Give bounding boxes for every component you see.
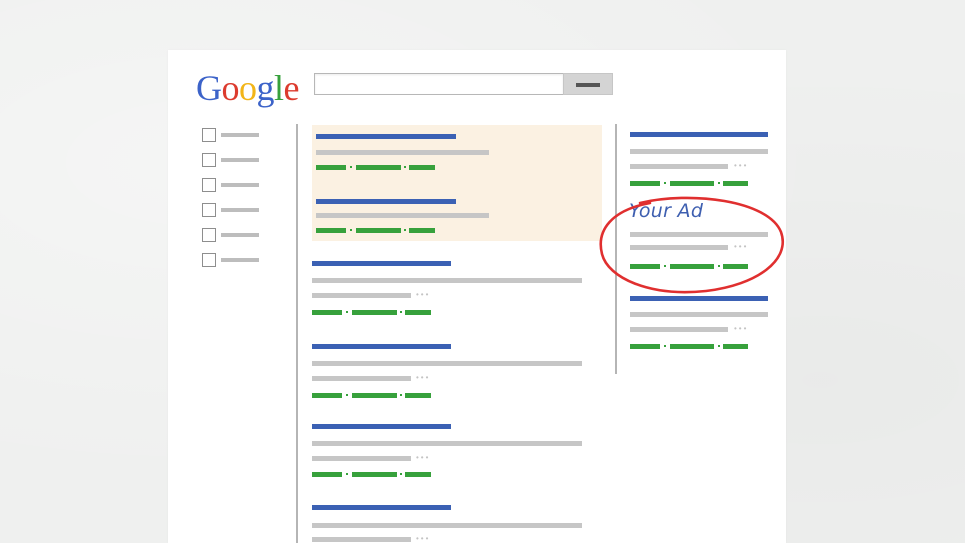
your-ad-circle-annotation [599, 196, 784, 294]
